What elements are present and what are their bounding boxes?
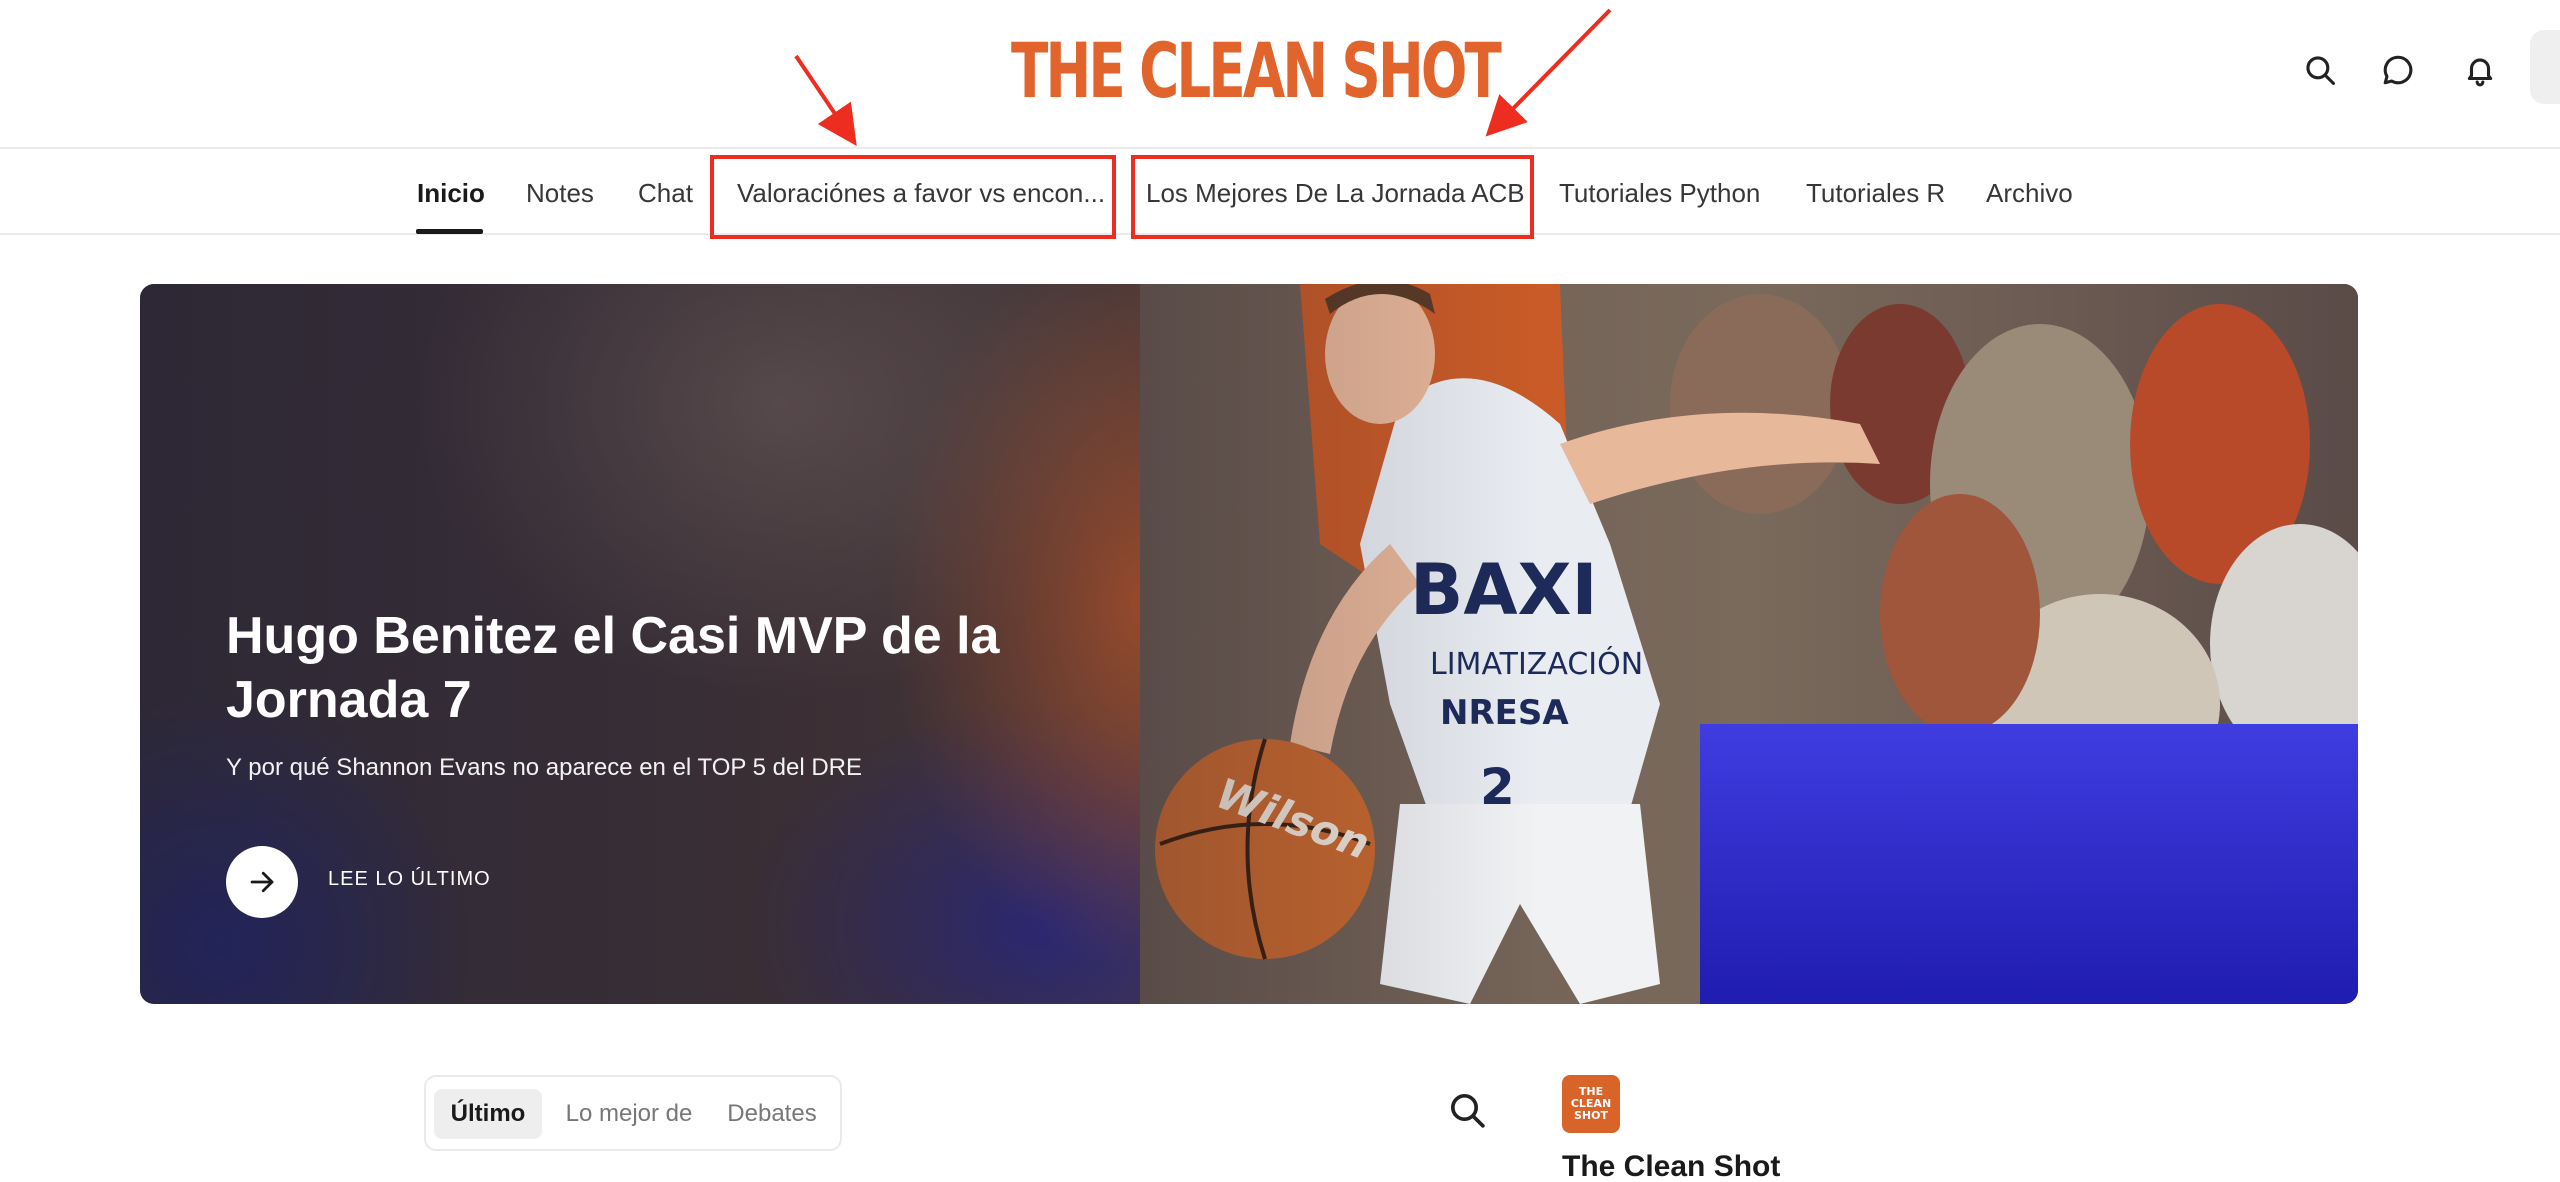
read-latest-label[interactable]: LEE LO ÚLTIMO: [328, 868, 491, 891]
nav-item-inicio[interactable]: Inicio: [417, 151, 485, 235]
account-button[interactable]: [2530, 30, 2560, 104]
feed-search-icon[interactable]: [1447, 1090, 1491, 1134]
tab-debates[interactable]: Debates: [712, 1089, 832, 1139]
bell-icon[interactable]: [2458, 48, 2502, 92]
annotation-box-valoraciones: [710, 155, 1116, 239]
publication-logo[interactable]: THE CLEAN SHOT: [1562, 1075, 1620, 1133]
site-header: THE CLEAN SHOT: [0, 0, 2560, 149]
annotation-box-los-mejores: [1131, 155, 1534, 239]
nav-item-notes[interactable]: Notes: [526, 151, 594, 235]
site-logo[interactable]: THE CLEAN SHOT: [1011, 26, 1502, 115]
hero-subtitle: Y por qué Shannon Evans no aparece en el…: [226, 754, 862, 781]
nav-item-tutoriales-python[interactable]: Tutoriales Python: [1559, 151, 1760, 235]
publication-name[interactable]: The Clean Shot: [1562, 1150, 1780, 1182]
tab-lo-mejor-de[interactable]: Lo mejor de: [554, 1089, 704, 1139]
hero-title[interactable]: Hugo Benitez el Casi MVP de la Jornada 7: [226, 604, 1126, 732]
nav-item-archivo[interactable]: Archivo: [1986, 151, 2073, 235]
nav-item-chat[interactable]: Chat: [638, 151, 693, 235]
nav-item-tutoriales-r[interactable]: Tutoriales R: [1806, 151, 1945, 235]
hero-banner[interactable]: BAXI LIMATIZACIÓN NRESA 2 Wilson Hugo Be…: [140, 284, 2358, 1004]
arrow-right-icon: [247, 867, 277, 897]
feed-tabs: Último Lo mejor de Debates: [424, 1075, 842, 1151]
search-icon[interactable]: [2298, 48, 2342, 92]
read-latest-button[interactable]: [226, 846, 298, 918]
tab-ultimo[interactable]: Último: [434, 1089, 542, 1139]
chat-bubble-icon[interactable]: [2376, 48, 2420, 92]
active-tab-underline: [416, 229, 483, 234]
